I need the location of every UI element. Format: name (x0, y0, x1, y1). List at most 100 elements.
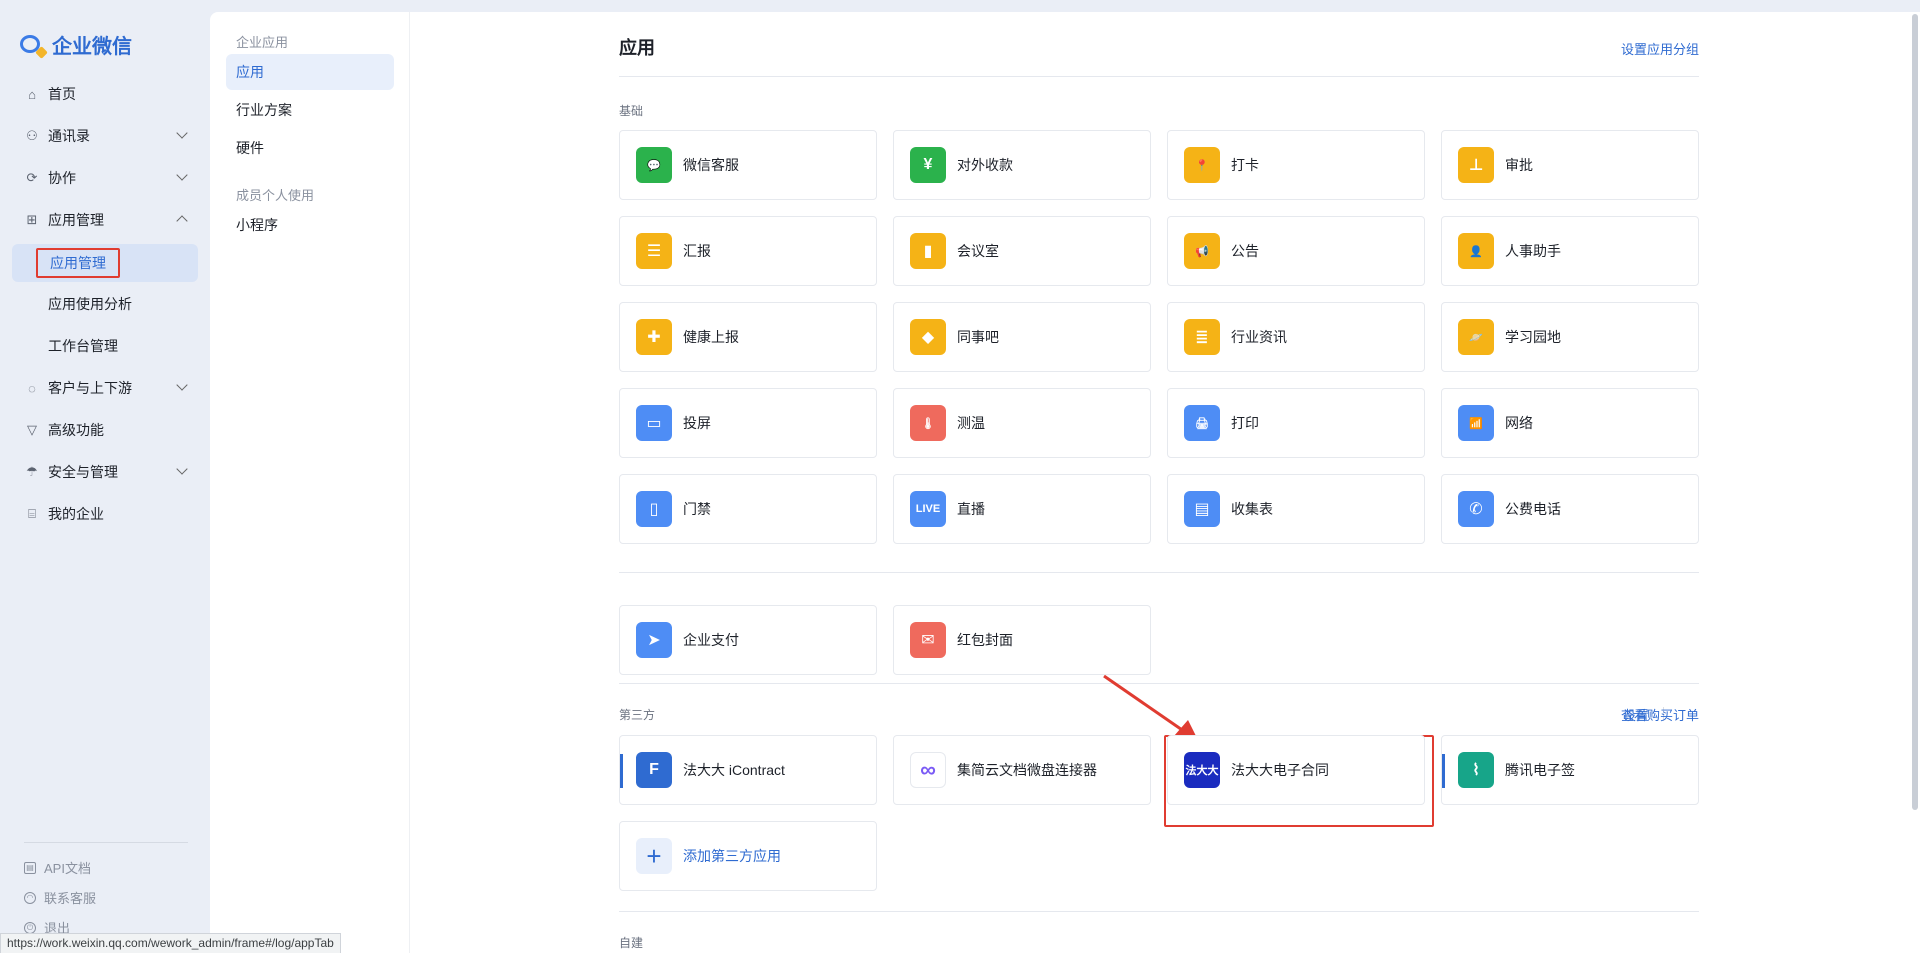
sub-item-label: 应用 (236, 64, 264, 80)
nav-subitem-app-usage[interactable]: 应用使用分析 (12, 286, 198, 322)
app-name: 打卡 (1231, 157, 1259, 173)
section-divider (619, 572, 1699, 573)
app-name: 企业支付 (683, 632, 739, 648)
section-divider (619, 911, 1699, 912)
apps-icon: ⊞ (26, 212, 38, 227)
sub-nav: 企业应用 应用 行业方案 硬件 成员个人使用 小程序 (210, 12, 410, 953)
app-card[interactable]: 法大大 法大大电子合同 (1167, 735, 1425, 805)
title-divider (619, 76, 1699, 77)
app-icon: ▮ (910, 233, 946, 269)
app-name: 微信客服 (683, 157, 739, 173)
app-icon: ⌇ (1458, 752, 1494, 788)
app-icon: 💬 (636, 147, 672, 183)
nav-subitem-app-management[interactable]: 应用管理 (12, 244, 198, 282)
app-card[interactable]: ✚ 健康上报 (619, 302, 877, 372)
power-icon: ⏻ (24, 921, 36, 934)
app-name: 测温 (957, 415, 985, 431)
contact-support-link[interactable]: ◠ 联系客服 (24, 888, 96, 907)
app-name: 打印 (1231, 415, 1259, 431)
app-card[interactable]: 🖨 打印 (1167, 388, 1425, 458)
sub-item-apps[interactable]: 应用 (226, 54, 394, 90)
app-icon: ✆ (1458, 491, 1494, 527)
chevron-up-icon (176, 215, 188, 227)
app-icon: ¥ (910, 147, 946, 183)
app-card[interactable]: 📢 公告 (1167, 216, 1425, 286)
brand-name: 企业微信 (52, 36, 132, 58)
nav-item-collab[interactable]: ⟳ 协作 (12, 160, 198, 196)
app-card[interactable]: 🌡 测温 (893, 388, 1151, 458)
app-icon: LIVE (910, 491, 946, 527)
app-card[interactable]: ▭ 投屏 (619, 388, 877, 458)
sub-item-label: 硬件 (236, 140, 264, 156)
nav-subitem-label: 应用使用分析 (48, 296, 132, 312)
sub-item-label: 小程序 (236, 217, 278, 233)
brand-logo[interactable]: 企业微信 (20, 30, 132, 59)
app-card[interactable]: 💬 微信客服 (619, 130, 877, 200)
app-name: 同事吧 (957, 329, 999, 345)
app-card[interactable]: ∞ 集简云文档微盘连接器 (893, 735, 1151, 805)
main-content: 应用 设置应用分组 基础 第三方 设置 查看购买订单 + 添加第三方应用 自建 … (410, 12, 1910, 953)
app-card[interactable]: F 法大大 iContract (619, 735, 877, 805)
app-card[interactable]: ▮ 会议室 (893, 216, 1151, 286)
app-name: 会议室 (957, 243, 999, 259)
app-card[interactable]: ⊥ 审批 (1441, 130, 1699, 200)
api-docs-link[interactable]: ▤ API文档 (24, 858, 91, 877)
app-icon: 法大大 (1184, 752, 1220, 788)
app-name: 门禁 (683, 501, 711, 517)
sub-item-label: 行业方案 (236, 102, 292, 118)
status-bar-url: https://work.weixin.qq.com/wework_admin/… (0, 933, 341, 953)
app-card[interactable]: ≣ 行业资讯 (1167, 302, 1425, 372)
app-card[interactable]: LIVE 直播 (893, 474, 1151, 544)
add-third-party-app-card[interactable]: + 添加第三方应用 (619, 821, 877, 891)
nav-item-label: 安全与管理 (48, 464, 118, 480)
left-nav: 企业微信 ⌂ 首页 ⚇ 通讯录 ⟳ 协作 ⊞ 应用管理 应用管理 应用使用分析 … (0, 0, 210, 953)
nav-subitem-workbench[interactable]: 工作台管理 (12, 328, 198, 364)
app-card[interactable]: ☰ 汇报 (619, 216, 877, 286)
app-card[interactable]: 📍 打卡 (1167, 130, 1425, 200)
app-card[interactable]: 🪐 学习园地 (1441, 302, 1699, 372)
set-app-group-link[interactable]: 设置应用分组 (1621, 39, 1699, 58)
section-basic-label: 基础 (619, 104, 644, 118)
nav-subitem-label: 工作台管理 (48, 338, 118, 354)
app-card[interactable]: 👤 人事助手 (1441, 216, 1699, 286)
plus-icon: + (636, 838, 672, 874)
app-card[interactable]: ✆ 公费电话 (1441, 474, 1699, 544)
nav-item-customers[interactable]: ◌ 客户与上下游 (12, 370, 198, 406)
nav-item-contacts[interactable]: ⚇ 通讯录 (12, 118, 198, 154)
app-card[interactable]: ⌇ 腾讯电子签 (1441, 735, 1699, 805)
headset-icon: ◠ (24, 891, 36, 904)
app-icon: ▯ (636, 491, 672, 527)
nav-item-advanced[interactable]: ▽ 高级功能 (12, 412, 198, 448)
app-icon: 🪐 (1458, 319, 1494, 355)
nav-item-app-management[interactable]: ⊞ 应用管理 (12, 202, 198, 238)
scrollbar-thumb[interactable] (1912, 14, 1918, 810)
app-icon: 👤 (1458, 233, 1494, 269)
app-card[interactable]: 📶 网络 (1441, 388, 1699, 458)
nav-item-home[interactable]: ⌂ 首页 (12, 76, 198, 112)
app-name: 收集表 (1231, 501, 1273, 517)
nav-subitem-label: 应用管理 (36, 248, 120, 278)
app-card[interactable]: ▯ 门禁 (619, 474, 877, 544)
app-icon: ∞ (910, 752, 946, 788)
app-icon: ≣ (1184, 319, 1220, 355)
chevron-down-icon (176, 379, 188, 391)
app-card[interactable]: ▤ 收集表 (1167, 474, 1425, 544)
nav-item-security[interactable]: ☂ 安全与管理 (12, 454, 198, 490)
app-card[interactable]: ➤ 企业支付 (619, 605, 877, 675)
app-name: 公告 (1231, 243, 1259, 259)
app-icon: 📶 (1458, 405, 1494, 441)
app-card[interactable]: ✉ 红包封面 (893, 605, 1151, 675)
sub-item-hardware[interactable]: 硬件 (226, 130, 394, 166)
nav-item-label: 通讯录 (48, 128, 90, 144)
sub-item-industry-solutions[interactable]: 行业方案 (226, 92, 394, 128)
app-name: 行业资讯 (1231, 329, 1287, 345)
collab-icon: ⟳ (26, 170, 38, 185)
app-name: 法大大电子合同 (1231, 762, 1329, 778)
nav-item-my-company[interactable]: ⌸ 我的企业 (12, 496, 198, 532)
app-card[interactable]: ¥ 对外收款 (893, 130, 1151, 200)
app-name: 人事助手 (1505, 243, 1561, 259)
sub-item-mini-programs[interactable]: 小程序 (226, 207, 394, 243)
view-orders-link[interactable]: 查看购买订单 (1621, 705, 1699, 724)
nav-divider (24, 842, 188, 843)
app-card[interactable]: ◆ 同事吧 (893, 302, 1151, 372)
